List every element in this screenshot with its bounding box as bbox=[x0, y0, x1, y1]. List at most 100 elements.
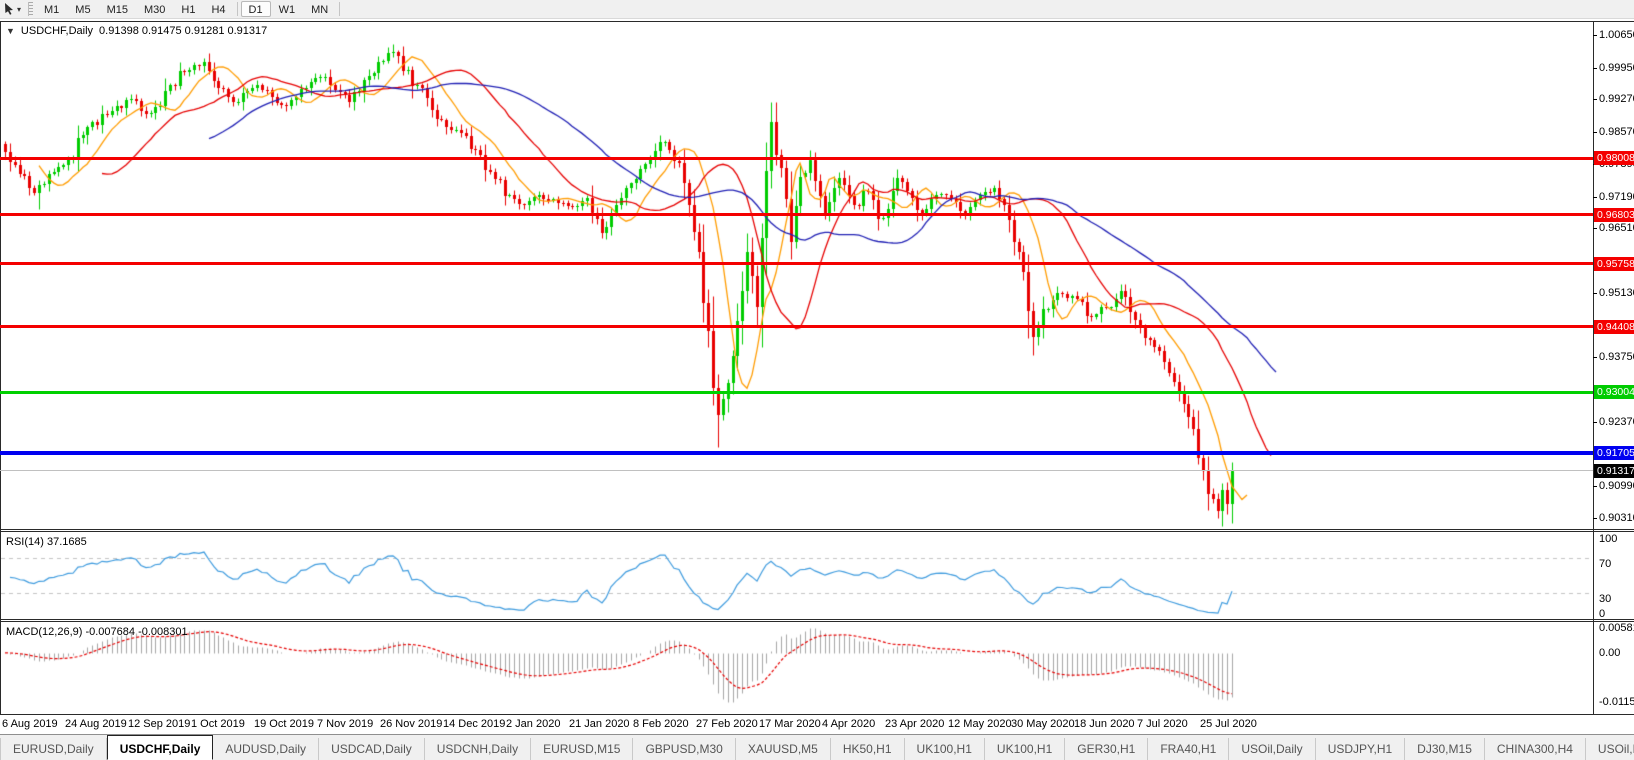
current-price-line[interactable] bbox=[0, 470, 1593, 472]
date-axis-label: 1 Oct 2019 bbox=[191, 718, 245, 730]
macd-label: MACD(12,26,9) -0.007684 -0.008301 bbox=[6, 626, 188, 638]
chart-tab-usdcad-daily[interactable]: USDCAD,Daily bbox=[319, 738, 425, 760]
timeframe-button-h4[interactable]: H4 bbox=[203, 1, 233, 17]
toolbar-grip[interactable] bbox=[28, 2, 34, 16]
level-price-badge: 0.91705 bbox=[1594, 446, 1634, 460]
date-axis-label: 21 Jan 2020 bbox=[569, 718, 630, 730]
cursor-icon bbox=[5, 3, 13, 15]
price-axis-tick-label: 0.93750 bbox=[1599, 351, 1634, 363]
price-axis-tick-mark bbox=[1593, 422, 1597, 423]
chart-tab-uk100-h1[interactable]: UK100,H1 bbox=[985, 738, 1066, 760]
chart-tab-audusd-daily[interactable]: AUDUSD,Daily bbox=[213, 738, 320, 760]
date-axis-label: 7 Nov 2019 bbox=[317, 718, 374, 730]
chart-tab-usdjpy-h1[interactable]: USDJPY,H1 bbox=[1316, 738, 1406, 760]
timeframe-toolbar: ▾ M1 M5 M15 M30 H1 H4 D1 W1 MN bbox=[0, 0, 1634, 19]
chart-tab-usdchf-daily[interactable]: USDCHF,Daily bbox=[106, 735, 214, 760]
date-axis-label: 24 Aug 2019 bbox=[65, 718, 127, 730]
rsi-indicator-canvas[interactable] bbox=[1, 532, 1593, 619]
level-price-badge: 0.96803 bbox=[1594, 208, 1634, 222]
date-axis-label: 30 May 2020 bbox=[1011, 718, 1075, 730]
price-axis-tick-mark bbox=[1593, 99, 1597, 100]
chart-tab-china300-h4[interactable]: CHINA300,H4 bbox=[1485, 738, 1586, 760]
horizontal-level-line[interactable] bbox=[0, 450, 1593, 455]
chart-tab-hk50-h1[interactable]: HK50,H1 bbox=[831, 738, 905, 760]
price-axis-border bbox=[1593, 21, 1594, 715]
horizontal-level-line[interactable] bbox=[0, 156, 1593, 160]
timeframe-button-w1[interactable]: W1 bbox=[271, 1, 304, 17]
horizontal-level-line[interactable] bbox=[0, 262, 1593, 265]
date-axis-label: 7 Jul 2020 bbox=[1137, 718, 1188, 730]
date-axis-label: 18 Jun 2020 bbox=[1074, 718, 1135, 730]
chart-ohlc-values: 0.91398 0.91475 0.91281 0.91317 bbox=[99, 25, 268, 37]
cursor-tool-button[interactable]: ▾ bbox=[0, 1, 25, 18]
timeframe-button-m15[interactable]: M15 bbox=[99, 1, 136, 17]
price-axis-tick-mark bbox=[1593, 35, 1597, 36]
price-axis-tick-label: 0.90310 bbox=[1599, 512, 1634, 524]
timeframe-button-m5[interactable]: M5 bbox=[67, 1, 98, 17]
price-axis-tick-label: 0.98570 bbox=[1599, 126, 1634, 138]
chart-tab-eurusd-daily[interactable]: EURUSD,Daily bbox=[0, 738, 107, 760]
chart-tab-xauusd-m5[interactable]: XAUUSD,M5 bbox=[736, 738, 831, 760]
price-axis-tick-mark bbox=[1593, 132, 1597, 133]
current-price-badge: 0.91317 bbox=[1594, 464, 1634, 478]
chart-tab-usoil-h[interactable]: USOil,H bbox=[1586, 738, 1634, 760]
chart-tab-dj30-m15[interactable]: DJ30,M15 bbox=[1405, 738, 1485, 760]
chart-tab-uk100-h1[interactable]: UK100,H1 bbox=[905, 738, 985, 760]
date-axis-label: 23 Apr 2020 bbox=[885, 718, 945, 730]
chart-tab-ger30-h1[interactable]: GER30,H1 bbox=[1065, 738, 1149, 760]
date-axis-label: 19 Oct 2019 bbox=[254, 718, 314, 730]
macd-pane-bottom-border bbox=[0, 714, 1634, 715]
chart-tab-bar: EURUSD,Daily USDCHF,Daily AUDUSD,Daily USDC… bbox=[0, 734, 1634, 760]
price-axis-tick-mark bbox=[1593, 486, 1597, 487]
date-axis-label: 2 Jan 2020 bbox=[506, 718, 561, 730]
chart-symbol-label: USDCHF,Daily bbox=[20, 25, 94, 37]
chart-title: ▼ USDCHF,Daily 0.91398 0.91475 0.91281 0… bbox=[6, 25, 267, 37]
price-axis-tick-label: 0.99950 bbox=[1599, 62, 1634, 74]
chart-tab-usdcnh-daily[interactable]: USDCNH,Daily bbox=[425, 738, 532, 760]
timeframe-button-mn[interactable]: MN bbox=[303, 1, 336, 17]
timeframe-button-h1[interactable]: H1 bbox=[173, 1, 203, 17]
timeframe-button-m1[interactable]: M1 bbox=[36, 1, 67, 17]
date-axis-label: 12 Sep 2019 bbox=[128, 718, 191, 730]
price-axis-tick-mark bbox=[1593, 518, 1597, 519]
price-axis-tick-mark bbox=[1593, 68, 1597, 69]
horizontal-level-line[interactable] bbox=[0, 325, 1593, 329]
price-axis-tick-label: 1.00650 bbox=[1599, 29, 1634, 41]
date-axis-label: 27 Feb 2020 bbox=[696, 718, 758, 730]
rsi-axis-tick-label: 30 bbox=[1599, 593, 1612, 605]
chart-tab-gbpusd-m30[interactable]: GBPUSD,M30 bbox=[633, 738, 736, 760]
horizontal-level-line[interactable] bbox=[0, 213, 1593, 217]
date-axis-label: 26 Nov 2019 bbox=[380, 718, 443, 730]
price-axis-tick-mark bbox=[1593, 197, 1597, 198]
horizontal-level-line[interactable] bbox=[0, 390, 1593, 394]
price-axis-tick-label: 0.90990 bbox=[1599, 480, 1634, 492]
timeframe-button-d1[interactable]: D1 bbox=[240, 1, 271, 17]
collapse-caret-icon[interactable]: ▼ bbox=[6, 26, 15, 36]
price-axis-tick-label: 0.95130 bbox=[1599, 287, 1634, 299]
date-axis-label: 25 Jul 2020 bbox=[1200, 718, 1257, 730]
price-pane-bottom-border bbox=[0, 529, 1634, 530]
chart-tab-fra40-h1[interactable]: FRA40,H1 bbox=[1148, 738, 1230, 760]
rsi-axis-tick-label: 70 bbox=[1599, 558, 1612, 570]
chevron-down-icon: ▾ bbox=[17, 4, 22, 14]
macd-axis-tick-label: 0.005818 bbox=[1599, 622, 1634, 634]
macd-axis-tick-label: -0.01151 bbox=[1599, 696, 1634, 708]
rsi-pane-bottom-border[interactable] bbox=[0, 619, 1634, 620]
macd-indicator-canvas[interactable] bbox=[1, 622, 1593, 714]
date-axis-label: 6 Aug 2019 bbox=[2, 718, 58, 730]
chart-tab-usoil-daily[interactable]: USOil,Daily bbox=[1229, 738, 1316, 760]
rsi-axis-tick-label: 100 bbox=[1599, 533, 1618, 545]
price-axis-tick-label: 0.97190 bbox=[1599, 191, 1634, 203]
level-price-badge: 0.95758 bbox=[1594, 257, 1634, 271]
price-axis-tick-mark bbox=[1593, 357, 1597, 358]
price-axis-tick-label: 0.99270 bbox=[1599, 93, 1634, 105]
date-axis-label: 14 Dec 2019 bbox=[443, 718, 506, 730]
date-axis-label: 17 Mar 2020 bbox=[759, 718, 821, 730]
date-axis-label: 4 Apr 2020 bbox=[822, 718, 876, 730]
timeframe-button-m30[interactable]: M30 bbox=[136, 1, 173, 17]
chart-tab-eurusd-m15[interactable]: EURUSD,M15 bbox=[531, 738, 634, 760]
mt4-workspace: ▾ M1 M5 M15 M30 H1 H4 D1 W1 MN ▼ USDCHF,Daily 0.… bbox=[0, 0, 1634, 760]
price-axis-tick-mark bbox=[1593, 293, 1597, 294]
rsi-label: RSI(14) 37.1685 bbox=[6, 536, 87, 548]
date-axis-label: 12 May 2020 bbox=[948, 718, 1012, 730]
